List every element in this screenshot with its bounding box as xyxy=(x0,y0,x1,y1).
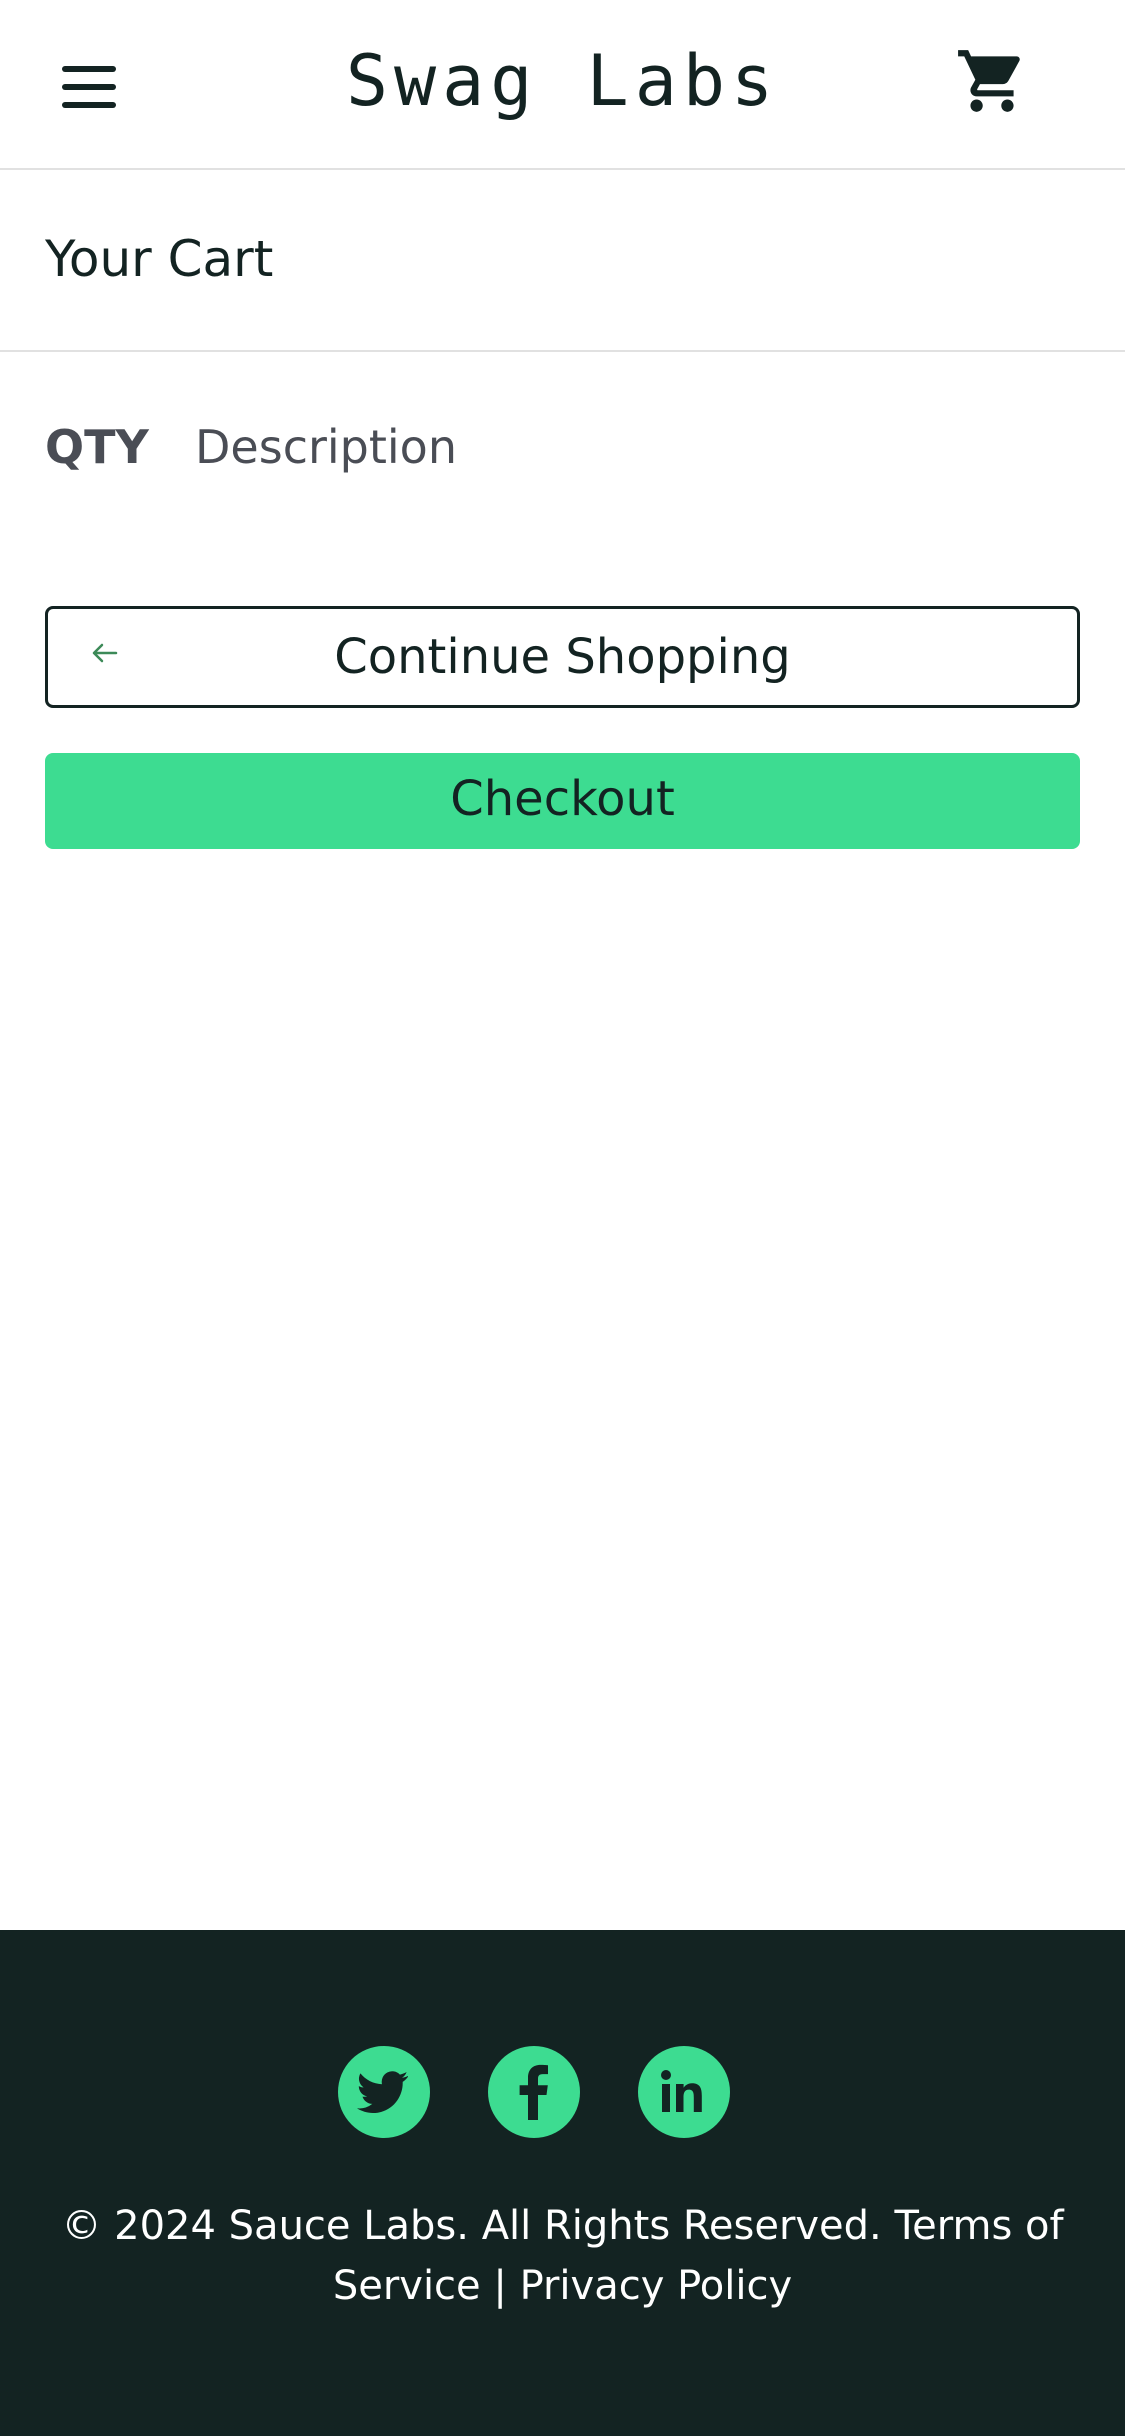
twitter-icon[interactable] xyxy=(338,2046,430,2138)
page-title: Your Cart xyxy=(45,230,274,288)
shopping-cart-icon-glyph xyxy=(958,50,1020,112)
description-column-label: Description xyxy=(195,420,457,474)
continue-shopping-label: Continue Shopping xyxy=(334,629,791,685)
qty-column-label: QTY xyxy=(45,420,149,474)
checkout-label: Checkout xyxy=(450,771,675,827)
footer: © 2024 Sauce Labs. All Rights Reserved. … xyxy=(0,1930,1125,2436)
facebook-icon[interactable] xyxy=(488,2046,580,2138)
linkedin-icon-glyph xyxy=(661,2070,702,2112)
footer-copy: © 2024 Sauce Labs. All Rights Reserved. … xyxy=(61,2203,1064,2309)
shopping-cart-icon[interactable] xyxy=(955,44,1029,118)
checkout-button[interactable]: Checkout xyxy=(45,753,1080,849)
continue-shopping-button[interactable]: Continue Shopping xyxy=(45,606,1080,708)
secondary-header: Your Cart xyxy=(0,172,1125,352)
linkedin-icon[interactable] xyxy=(638,2046,730,2138)
facebook-icon-glyph xyxy=(519,2064,548,2120)
primary-header: Swag Labs xyxy=(0,0,1125,170)
twitter-icon-glyph xyxy=(357,2071,408,2113)
